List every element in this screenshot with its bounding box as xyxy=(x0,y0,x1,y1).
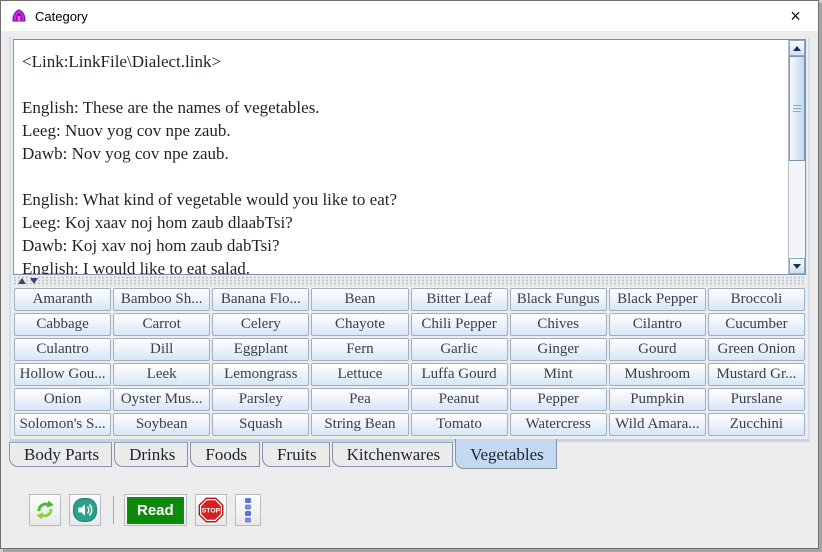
vegetable-button[interactable]: Hollow Gou... xyxy=(14,363,111,386)
vegetable-button[interactable]: Luffa Gourd xyxy=(411,363,508,386)
vegetable-button[interactable]: Cucumber xyxy=(708,313,805,336)
vegetable-button[interactable]: Leek xyxy=(113,363,210,386)
menu-dots-button[interactable] xyxy=(235,494,261,526)
vegetable-button[interactable]: Bitter Leaf xyxy=(411,288,508,311)
vegetable-button[interactable]: Soybean xyxy=(113,413,210,436)
vegetable-button[interactable]: Squash xyxy=(212,413,309,436)
text-line: Leeg: Nuov yog cov npe zaub. xyxy=(22,119,784,142)
text-line: English: I would like to eat salad. xyxy=(22,257,784,274)
vegetable-button[interactable]: Peanut xyxy=(411,388,508,411)
text-line: English: These are the names of vegetabl… xyxy=(22,96,784,119)
stop-sign-icon: STOP xyxy=(198,497,224,523)
vegetable-button[interactable]: Mint xyxy=(510,363,607,386)
vegetable-button[interactable]: String Bean xyxy=(311,413,408,436)
dialect-text-area[interactable]: <Link:LinkFile\Dialect.link> English: Th… xyxy=(14,40,788,274)
text-line xyxy=(22,73,784,96)
vegetable-button[interactable]: Garlic xyxy=(411,338,508,361)
vegetable-button[interactable]: Lettuce xyxy=(311,363,408,386)
vegetable-button[interactable]: Bamboo Sh... xyxy=(113,288,210,311)
vegetable-button[interactable]: Cilantro xyxy=(609,313,706,336)
vegetable-button[interactable]: Pumpkin xyxy=(609,388,706,411)
dialect-text-scrollpane: <Link:LinkFile\Dialect.link> English: Th… xyxy=(13,39,806,275)
vertical-scrollbar[interactable] xyxy=(788,40,805,274)
divider-collapse-up-icon[interactable] xyxy=(18,278,26,284)
split-divider[interactable] xyxy=(13,276,806,286)
text-line: Leeg: Koj xaav noj hom zaub dlaabTsi? xyxy=(22,211,784,234)
close-button[interactable]: × xyxy=(773,1,818,31)
vegetable-button[interactable]: Amaranth xyxy=(14,288,111,311)
vegetable-button[interactable]: Solomon's S... xyxy=(14,413,111,436)
vegetable-button[interactable]: Oyster Mus... xyxy=(113,388,210,411)
text-line: Dawb: Nov yog cov npe zaub. xyxy=(22,142,784,165)
vegetable-button[interactable]: Chayote xyxy=(311,313,408,336)
stop-button[interactable]: STOP xyxy=(195,494,227,526)
vegetable-button[interactable]: Chives xyxy=(510,313,607,336)
vegetable-button[interactable]: Wild Amara... xyxy=(609,413,706,436)
vegetable-button[interactable]: Gourd xyxy=(609,338,706,361)
scroll-up-button[interactable] xyxy=(789,40,805,56)
read-button[interactable]: Read xyxy=(124,494,187,526)
vegetable-button[interactable]: Fern xyxy=(311,338,408,361)
toolbar: Read STOP xyxy=(29,494,818,526)
vegetable-button[interactable]: Ginger xyxy=(510,338,607,361)
titlebar: Category × xyxy=(1,1,818,31)
vegetable-button[interactable]: Pepper xyxy=(510,388,607,411)
category-window: Category × <Link:LinkFile\Dialect.link> … xyxy=(0,0,819,549)
vegetable-button[interactable]: Carrot xyxy=(113,313,210,336)
vegetable-button[interactable]: Chili Pepper xyxy=(411,313,508,336)
vegetable-button[interactable]: Banana Flo... xyxy=(212,288,309,311)
vegetable-button[interactable]: Black Pepper xyxy=(609,288,706,311)
divider-collapse-down-icon[interactable] xyxy=(30,278,38,284)
stop-icon-label: STOP xyxy=(201,508,220,515)
window-title: Category xyxy=(35,9,88,24)
recycle-icon xyxy=(34,499,56,521)
vegetable-button[interactable]: Dill xyxy=(113,338,210,361)
read-button-label: Read xyxy=(127,497,184,524)
vertical-dots-icon xyxy=(243,497,253,523)
tab-vegetables[interactable]: Vegetables xyxy=(455,439,557,469)
vegetable-button[interactable]: Black Fungus xyxy=(510,288,607,311)
vegetable-button[interactable]: Mushroom xyxy=(609,363,706,386)
text-line: English: What kind of vegetable would yo… xyxy=(22,188,784,211)
vegetable-button[interactable]: Broccoli xyxy=(708,288,805,311)
vegetable-button[interactable]: Bean xyxy=(311,288,408,311)
app-icon xyxy=(11,8,27,24)
vegetable-button[interactable]: Pea xyxy=(311,388,408,411)
text-line: Dawb: Koj xav noj hom zaub dabTsi? xyxy=(22,234,784,257)
tab-body-parts[interactable]: Body Parts xyxy=(9,442,112,467)
text-line: <Link:LinkFile\Dialect.link> xyxy=(22,50,784,73)
tab-drinks[interactable]: Drinks xyxy=(114,442,188,467)
vegetable-button[interactable]: Cabbage xyxy=(14,313,111,336)
vegetable-button[interactable]: Culantro xyxy=(14,338,111,361)
vegetable-button[interactable]: Celery xyxy=(212,313,309,336)
scrollbar-track[interactable] xyxy=(789,56,805,258)
vegetable-button[interactable]: Parsley xyxy=(212,388,309,411)
vegetable-button[interactable]: Purslane xyxy=(708,388,805,411)
vegetable-button[interactable]: Green Onion xyxy=(708,338,805,361)
down-arrow-icon xyxy=(793,264,801,269)
text-line xyxy=(22,165,784,188)
tab-fruits[interactable]: Fruits xyxy=(262,442,330,467)
vegetable-button[interactable]: Tomato xyxy=(411,413,508,436)
tab-kitchenwares[interactable]: Kitchenwares xyxy=(332,442,453,467)
scrollbar-thumb[interactable] xyxy=(789,56,805,161)
up-arrow-icon xyxy=(793,46,801,51)
vegetable-grid: AmaranthBamboo Sh...Banana Flo...BeanBit… xyxy=(13,287,806,437)
tab-foods[interactable]: Foods xyxy=(190,442,260,467)
toolbar-separator xyxy=(113,496,114,524)
vegetable-button[interactable]: Lemongrass xyxy=(212,363,309,386)
tab-content-panel: <Link:LinkFile\Dialect.link> English: Th… xyxy=(9,37,810,442)
vegetable-button[interactable]: Eggplant xyxy=(212,338,309,361)
vegetable-button[interactable]: Onion xyxy=(14,388,111,411)
vegetable-button[interactable]: Zucchini xyxy=(708,413,805,436)
speaker-icon xyxy=(73,498,97,522)
thumb-grip-icon xyxy=(793,105,801,113)
scroll-down-button[interactable] xyxy=(789,258,805,274)
vegetable-button[interactable]: Watercress xyxy=(510,413,607,436)
tab-strip: Body PartsDrinksFoodsFruitsKitchenwaresV… xyxy=(9,442,818,472)
vegetable-button[interactable]: Mustard Gr... xyxy=(708,363,805,386)
speak-button[interactable] xyxy=(69,494,101,526)
refresh-button[interactable] xyxy=(29,494,61,526)
